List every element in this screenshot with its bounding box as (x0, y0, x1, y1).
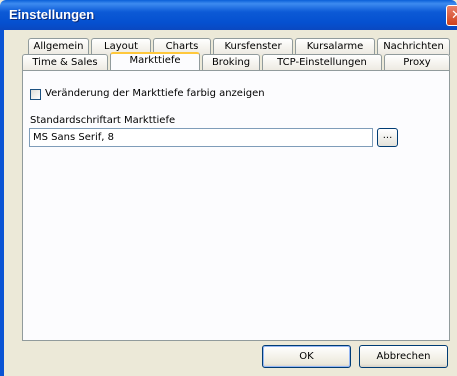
window-border (0, 30, 4, 376)
color-change-checkbox-label[interactable]: Veränderung der Markttiefe farbig anzeig… (45, 88, 265, 99)
window-title: Einstellungen (9, 7, 95, 22)
default-font-field[interactable]: MS Sans Serif, 8 (29, 128, 373, 147)
default-font-label: Standardschriftart Markttiefe (30, 115, 176, 126)
tab-broking[interactable]: Broking (202, 54, 260, 71)
title-bar[interactable]: Einstellungen ✕ (0, 0, 457, 30)
color-change-checkbox[interactable] (30, 89, 41, 100)
tab-time-and-sales[interactable]: Time & Sales (22, 54, 108, 71)
tab-kursfenster[interactable]: Kursfenster (213, 38, 293, 55)
ok-button[interactable]: OK (262, 345, 351, 368)
tab-tcp-einstellungen[interactable]: TCP-Einstellungen (262, 54, 382, 71)
tab-nachrichten[interactable]: Nachrichten (377, 38, 450, 55)
tab-kursalarme[interactable]: Kursalarme (295, 38, 375, 55)
settings-dialog: Einstellungen ✕ Allgemein Layout Charts … (0, 0, 457, 376)
close-icon[interactable]: ✕ (446, 5, 457, 26)
tab-markttiefe[interactable]: Markttiefe (110, 52, 200, 70)
markttiefe-tab-panel (22, 70, 450, 341)
tab-allgemein[interactable]: Allgemein (28, 38, 89, 55)
cancel-button[interactable]: Abbrechen (359, 345, 448, 368)
font-browse-button[interactable]: ... (377, 128, 398, 147)
tab-proxy[interactable]: Proxy (384, 54, 450, 71)
